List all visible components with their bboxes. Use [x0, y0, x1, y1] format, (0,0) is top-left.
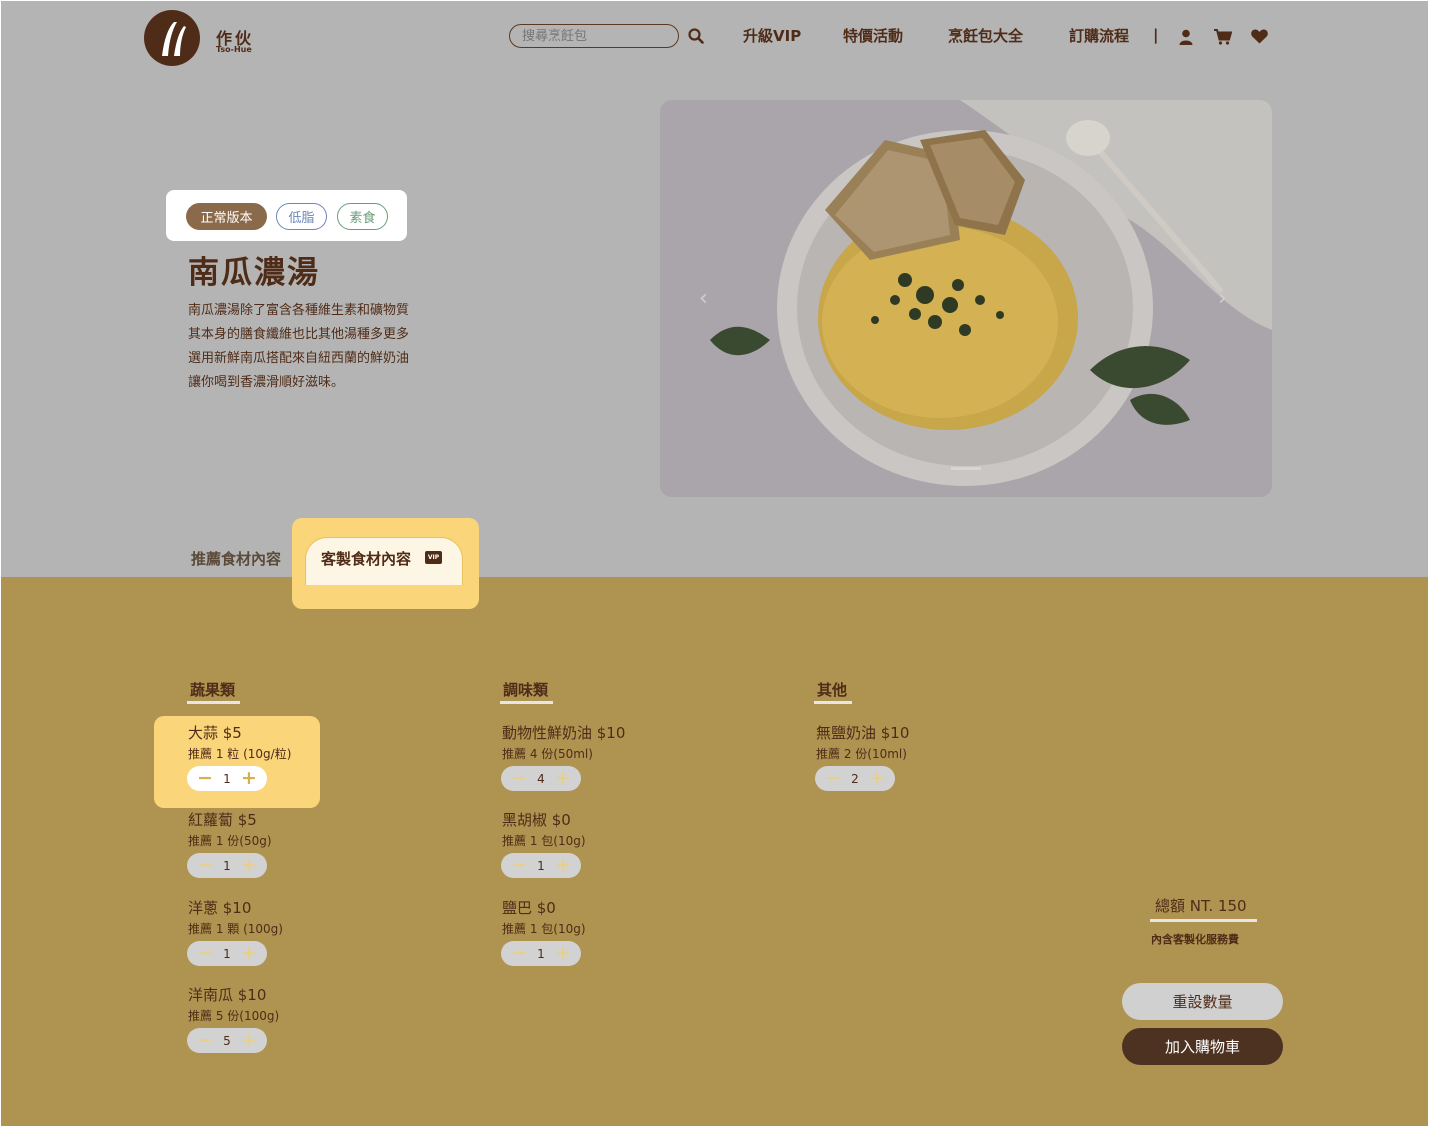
ingredient-name: 無鹽奶油 $10 [816, 724, 910, 742]
carousel-prev-icon[interactable]: ‹ [699, 286, 708, 311]
quantity-value[interactable]: 1 [217, 941, 237, 966]
decrement-button[interactable]: − [508, 853, 530, 878]
user-icon[interactable] [1178, 29, 1194, 49]
decrement-button[interactable]: − [822, 766, 844, 791]
ingredient-name: 動物性鮮奶油 $10 [502, 724, 626, 742]
decrement-button[interactable]: − [508, 941, 530, 966]
order-total: 總額 NT. 150 [1155, 897, 1247, 915]
ingredient-recommendation: 推薦 4 份(50ml) [502, 747, 593, 761]
nav-separator: | [1153, 26, 1159, 44]
heart-icon[interactable] [1251, 29, 1268, 48]
nav-promotions[interactable]: 特價活動 [843, 25, 903, 46]
ingredient-recommendation: 推薦 2 份(10ml) [816, 747, 907, 761]
search-input[interactable] [509, 24, 679, 48]
logo-icon[interactable] [144, 10, 200, 66]
ingredient-name: 紅蘿蔔 $5 [188, 811, 257, 829]
search-icon[interactable] [688, 28, 704, 48]
dish-description-line: 其本身的膳食纖維也比其他湯種多更多 [188, 327, 410, 342]
quantity-value[interactable]: 5 [217, 1028, 237, 1053]
increment-button[interactable]: + [552, 941, 574, 966]
quantity-stepper: − 4 + [501, 766, 581, 791]
increment-button[interactable]: + [866, 766, 888, 791]
quantity-value[interactable]: 1 [531, 853, 551, 878]
decrement-button[interactable]: − [508, 766, 530, 791]
category-underline [500, 701, 553, 704]
carousel-indicator[interactable] [951, 467, 981, 470]
quantity-stepper: − 5 + [187, 1028, 267, 1053]
quantity-stepper: − 1 + [187, 941, 267, 966]
dish-description-line: 選用新鮮南瓜搭配來自紐西蘭的鮮奶油 [188, 351, 410, 366]
dish-title: 南瓜濃湯 [188, 255, 320, 291]
decrement-button[interactable]: − [194, 941, 216, 966]
category-underline [814, 701, 852, 704]
dish-description: 南瓜濃湯除了富含各種維生素和礦物質 其本身的膳食纖維也比其他湯種多更多 選用新鮮… [188, 299, 458, 395]
dish-description-line: 南瓜濃湯除了富含各種維生素和礦物質 [188, 303, 410, 318]
increment-button[interactable]: + [238, 766, 260, 791]
version-vegetarian-pill[interactable]: 素食 [337, 203, 388, 230]
cart-icon[interactable] [1214, 29, 1233, 49]
ingredient-recommendation: 推薦 1 包(10g) [502, 922, 586, 936]
nav-order-process[interactable]: 訂購流程 [1069, 25, 1129, 46]
page-frame: 作伙 Tso-Hue 升級VIP 特價活動 烹飪包大全 訂購流程 | 正常版本 … [1, 1, 1428, 1126]
decrement-button[interactable]: − [194, 1028, 216, 1053]
quantity-stepper: − 1 + [501, 853, 581, 878]
ingredient-recommendation: 推薦 1 包(10g) [502, 834, 586, 848]
quantity-stepper: − 2 + [815, 766, 895, 791]
ingredient-name: 鹽巴 $0 [502, 899, 556, 917]
ingredient-name: 大蒜 $5 [188, 724, 242, 742]
service-fee-note: 內含客製化服務費 [1151, 933, 1239, 946]
quantity-value[interactable]: 4 [531, 766, 551, 791]
ingredient-name: 洋蔥 $10 [188, 899, 252, 917]
increment-button[interactable]: + [552, 853, 574, 878]
increment-button[interactable]: + [238, 853, 260, 878]
quantity-stepper: − 1 + [187, 853, 267, 878]
decrement-button[interactable]: − [194, 853, 216, 878]
add-to-cart-button[interactable]: 加入購物車 [1122, 1028, 1283, 1065]
ingredient-name: 洋南瓜 $10 [188, 986, 267, 1004]
dish-description-line: 讓你喝到香濃滑順好滋味。 [188, 375, 345, 390]
quantity-value[interactable]: 1 [217, 853, 237, 878]
quantity-value[interactable]: 1 [531, 941, 551, 966]
decrement-button[interactable]: − [194, 766, 216, 791]
tab-custom-label[interactable]: 客製食材內容 [321, 548, 411, 569]
category-vegetables-title: 蔬果類 [190, 681, 236, 699]
ingredient-recommendation: 推薦 5 份(100g) [188, 1009, 280, 1023]
total-underline [1150, 919, 1257, 922]
category-seasoning-title: 調味類 [503, 681, 549, 699]
version-lowfat-pill[interactable]: 低脂 [276, 203, 327, 230]
quantity-stepper: − 1 + [187, 766, 267, 791]
nav-meal-kits[interactable]: 烹飪包大全 [948, 25, 1023, 46]
increment-button[interactable]: + [238, 941, 260, 966]
category-other-title: 其他 [817, 681, 848, 699]
increment-button[interactable]: + [238, 1028, 260, 1053]
reset-quantity-button[interactable]: 重設數量 [1122, 983, 1283, 1020]
tab-recommended-ingredients[interactable]: 推薦食材內容 [191, 548, 281, 569]
quantity-value[interactable]: 1 [217, 766, 237, 791]
logo-subtitle: Tso-Hue [216, 45, 252, 54]
quantity-stepper: − 1 + [501, 941, 581, 966]
category-underline [187, 701, 240, 704]
ingredient-name: 黑胡椒 $0 [502, 811, 571, 829]
dish-photo [660, 100, 1272, 497]
quantity-value[interactable]: 2 [845, 766, 865, 791]
ingredient-recommendation: 推薦 1 份(50g) [188, 834, 272, 848]
ingredient-recommendation: 推薦 1 粒 (10g/粒) [188, 747, 292, 761]
carousel-next-icon[interactable]: › [1218, 286, 1227, 311]
vip-badge: VIP [425, 551, 442, 564]
increment-button[interactable]: + [552, 766, 574, 791]
ingredient-recommendation: 推薦 1 顆 (100g) [188, 922, 283, 936]
nav-upgrade-vip[interactable]: 升級VIP [743, 25, 801, 46]
version-normal-pill[interactable]: 正常版本 [186, 203, 267, 230]
